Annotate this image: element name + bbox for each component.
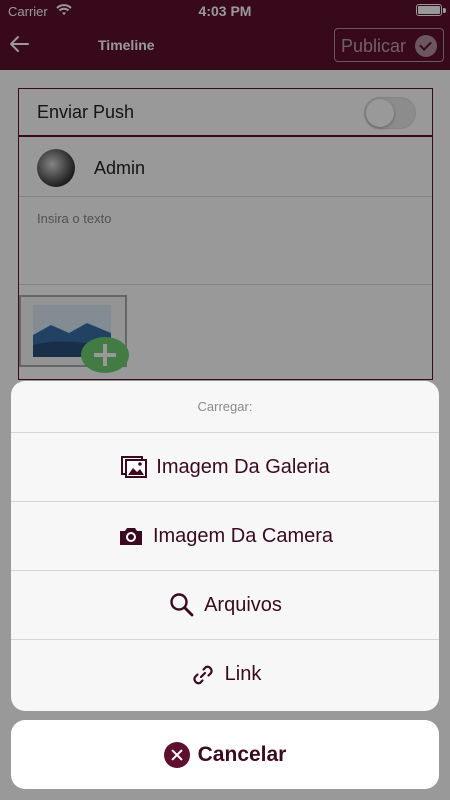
search-icon xyxy=(170,593,194,617)
option-camera-label: Imagem Da Camera xyxy=(152,524,334,547)
gallery-icon xyxy=(121,456,148,478)
link-icon xyxy=(193,665,213,684)
option-link[interactable]: Link xyxy=(11,640,439,709)
cancel-label: Cancelar xyxy=(197,742,287,766)
option-files-label: Arquivos xyxy=(204,593,282,616)
option-gallery[interactable]: Imagem Da Galeria xyxy=(11,433,439,502)
close-circle-icon xyxy=(163,741,190,768)
option-files[interactable]: Arquivos xyxy=(11,571,439,640)
option-camera[interactable]: Imagem Da Camera xyxy=(11,502,439,571)
upload-action-sheet: Carregar: Imagem Da Galeria Imagem Da Ca… xyxy=(11,381,439,711)
option-link-label: Link xyxy=(224,663,262,685)
sheet-header: Carregar: xyxy=(11,381,439,433)
camera-icon xyxy=(119,528,142,545)
option-gallery-label: Imagem Da Galeria xyxy=(156,455,330,478)
sheet-title: Carregar: xyxy=(197,399,253,414)
cancel-button[interactable]: Cancelar xyxy=(11,720,439,789)
